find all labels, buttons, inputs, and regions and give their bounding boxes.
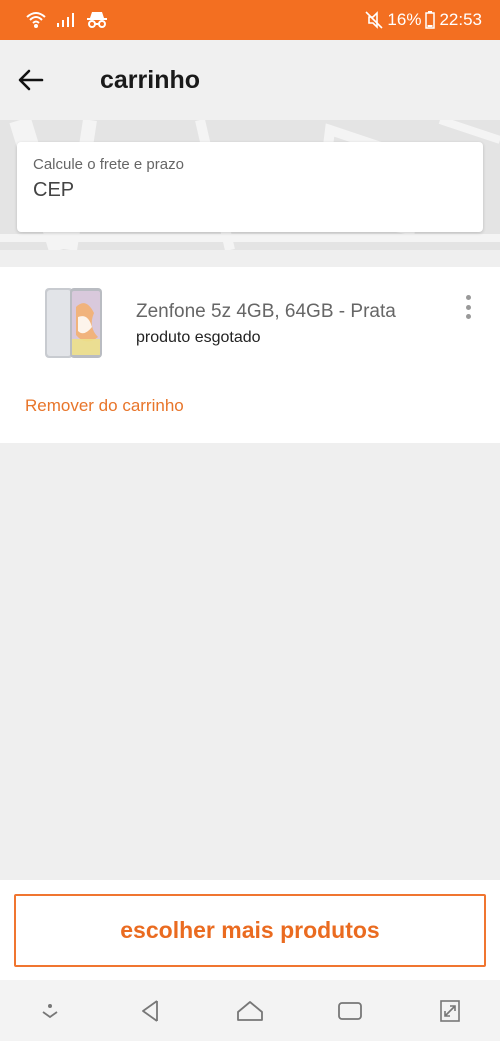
page-title: carrinho (100, 65, 201, 94)
product-status: produto esgotado (136, 329, 261, 346)
product-name[interactable]: Zenfone 5z 4GB, 64GB - Prata (136, 301, 396, 323)
recents-icon (338, 1001, 362, 1020)
arrow-left-icon (18, 69, 44, 91)
nav-recents-button[interactable] (325, 986, 375, 1036)
nav-hide-button[interactable] (25, 986, 75, 1036)
more-vertical-icon-dot (465, 304, 471, 310)
battery-icon (425, 11, 436, 29)
shipping-calculator-label: Calcule o frete e prazo (33, 156, 184, 173)
wifi-icon (26, 12, 46, 28)
cart-item: Zenfone 5z 4GB, 64GB - Prata produto esg… (0, 267, 500, 443)
remove-from-cart-link[interactable]: Remover do carrinho (25, 396, 184, 416)
chevron-down-icon (42, 1003, 58, 1018)
battery-percentage: 16% (387, 10, 422, 29)
clock: 22:53 (439, 10, 482, 29)
expand-icon (440, 999, 460, 1022)
back-button[interactable] (0, 40, 62, 120)
app-bar: carrinho (0, 40, 500, 120)
item-more-options-button[interactable] (456, 293, 480, 321)
nav-back-button[interactable] (125, 986, 175, 1036)
product-image (45, 288, 102, 358)
more-vertical-icon (465, 295, 471, 300)
status-bar: 16% 22:53 (0, 0, 500, 40)
shipping-calculator-card: Calcule o frete e prazo (17, 142, 483, 232)
nav-expand-button[interactable] (425, 986, 475, 1036)
status-right: 16% 22:53 (365, 10, 482, 30)
status-left-icons (26, 11, 108, 29)
system-nav-bar (0, 980, 500, 1041)
cep-input[interactable] (33, 179, 467, 202)
bottom-action-bar: escolher mais produtos (0, 880, 500, 980)
home-icon (237, 1000, 263, 1021)
nav-home-button[interactable] (225, 986, 275, 1036)
incognito-icon (87, 12, 107, 28)
signal-icon (57, 13, 74, 27)
mute-icon (365, 11, 383, 29)
back-triangle-icon (142, 999, 158, 1022)
choose-more-products-button[interactable]: escolher mais produtos (14, 894, 486, 967)
more-vertical-icon-dot (465, 314, 471, 319)
